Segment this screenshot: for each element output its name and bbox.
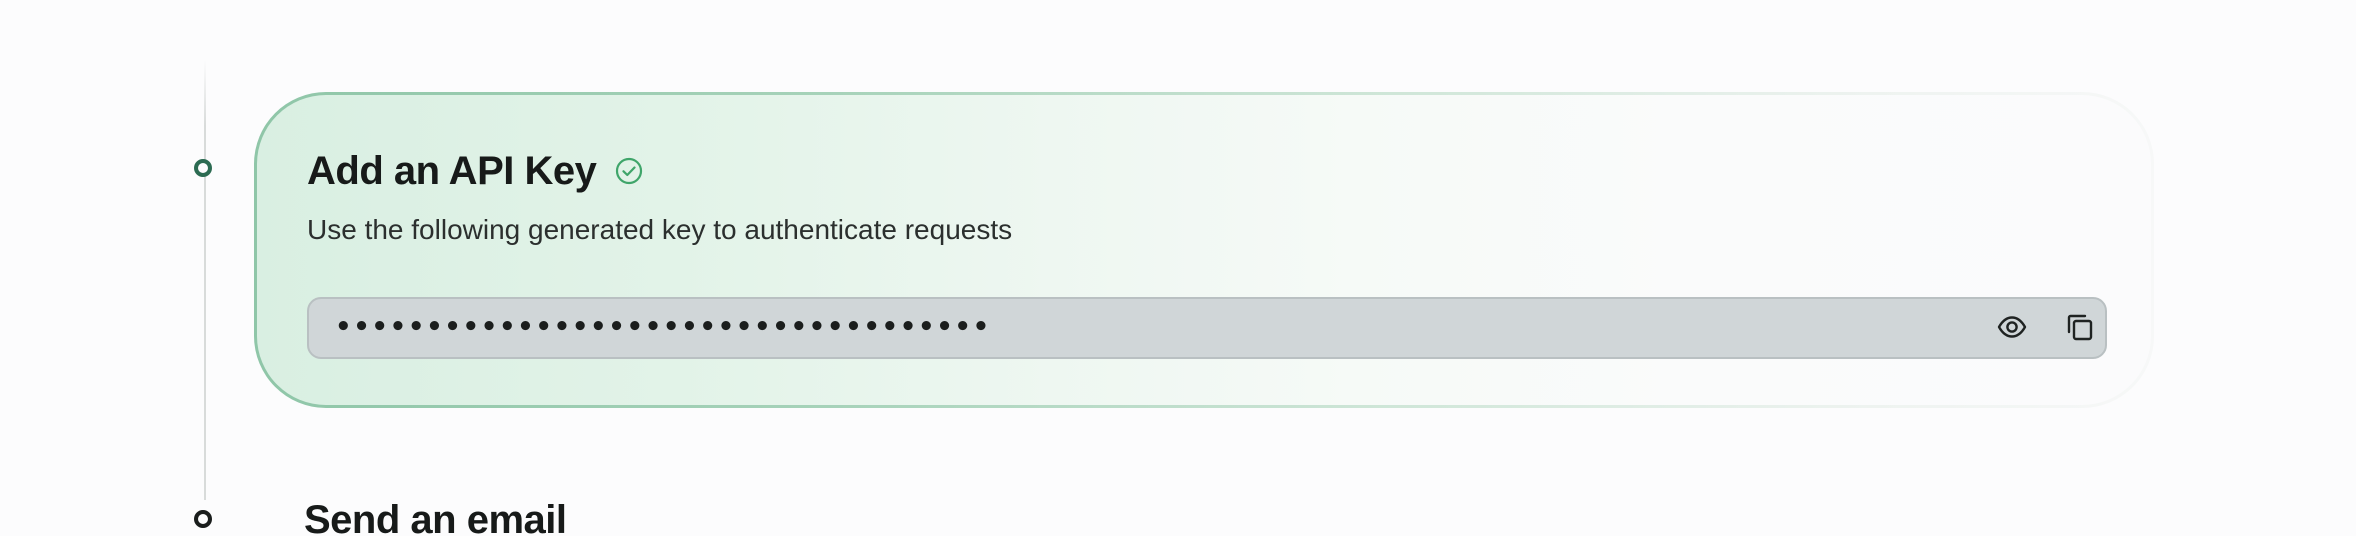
onboarding-steps: Add an API Key Use the following generat… — [0, 0, 2356, 536]
reveal-key-button[interactable] — [1995, 312, 2029, 346]
api-key-value[interactable]: •••••••••••••••••••••••••••••••••••• — [335, 307, 991, 347]
eye-icon — [1996, 311, 2028, 348]
step-indicator-active — [194, 159, 212, 177]
copy-key-button[interactable] — [2063, 312, 2097, 346]
timeline-line — [204, 60, 206, 500]
api-key-field[interactable]: •••••••••••••••••••••••••••••••••••• — [307, 297, 2107, 359]
step-title-row: Add an API Key — [307, 147, 644, 195]
check-circle-icon — [614, 156, 644, 186]
api-key-step-card: Add an API Key Use the following generat… — [254, 92, 2154, 408]
step-title: Add an API Key — [307, 149, 597, 193]
step-indicator-pending — [194, 510, 212, 528]
step-title: Send an email — [304, 498, 567, 536]
copy-icon — [2064, 311, 2096, 348]
step-description: Use the following generated key to authe… — [307, 214, 1013, 245]
